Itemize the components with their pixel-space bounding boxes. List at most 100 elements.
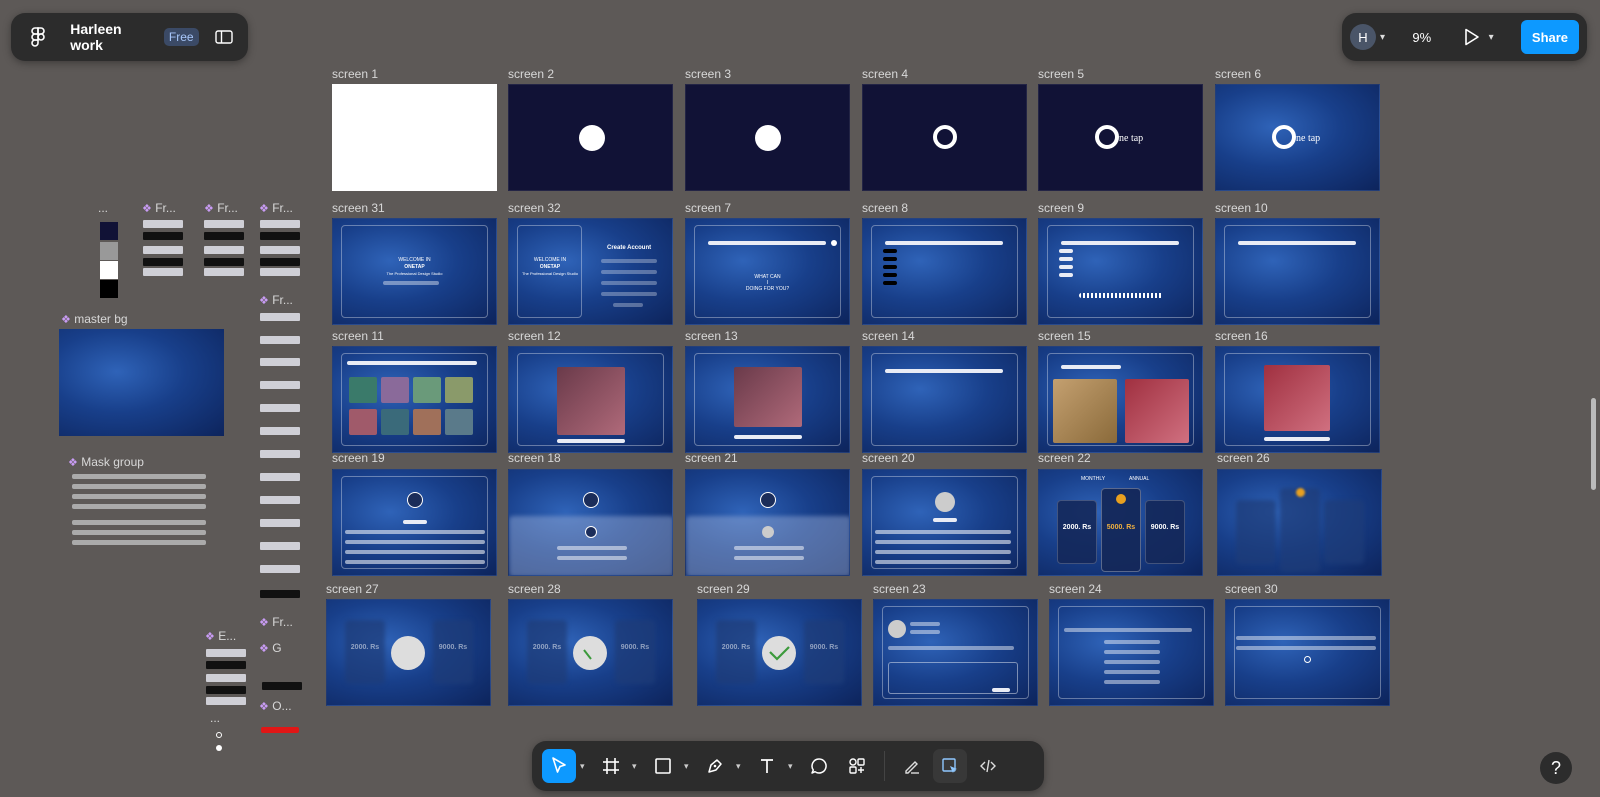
chip[interactable] [260, 565, 300, 573]
chip[interactable] [262, 682, 302, 690]
radio-icon[interactable] [216, 732, 222, 738]
chip[interactable] [204, 268, 244, 276]
chip[interactable] [260, 232, 300, 240]
chip[interactable] [204, 246, 244, 254]
shape-tool-button[interactable] [646, 749, 680, 783]
frame-label[interactable]: screen 19 [332, 451, 385, 465]
swatch-navy[interactable] [100, 222, 118, 240]
component-fr-5[interactable]: ❖ Fr... [259, 615, 293, 629]
frame-screen-9[interactable] [1038, 218, 1203, 325]
chip[interactable] [260, 258, 300, 266]
frame-screen-21[interactable] [685, 469, 850, 576]
chip[interactable] [260, 473, 300, 481]
component-mask-group[interactable]: ❖ Mask group [68, 455, 144, 469]
chip[interactable] [260, 220, 300, 228]
chip[interactable] [204, 220, 244, 228]
frame-screen-7[interactable]: WHAT CAN I DOING FOR YOU? [685, 218, 850, 325]
chip[interactable] [260, 450, 300, 458]
frame-label[interactable]: screen 32 [508, 201, 561, 215]
chip[interactable] [206, 697, 246, 705]
help-button[interactable]: ? [1540, 752, 1572, 784]
frame-label[interactable]: screen 22 [1038, 451, 1091, 465]
actions-tool-button[interactable] [840, 749, 874, 783]
chip[interactable] [143, 246, 183, 254]
mask-bar[interactable] [72, 474, 206, 479]
design-mode-button[interactable] [933, 749, 967, 783]
master-bg-frame[interactable] [59, 329, 224, 436]
chip[interactable] [260, 542, 300, 550]
chevron-down-icon[interactable]: ▾ [632, 761, 642, 772]
frame-label[interactable]: screen 12 [508, 329, 561, 343]
chip[interactable] [260, 381, 300, 389]
frame-screen-8[interactable] [862, 218, 1027, 325]
component-e[interactable]: ❖ E... [205, 629, 236, 643]
frame-screen-19[interactable] [332, 469, 497, 576]
chip[interactable] [143, 220, 183, 228]
component-fr-1[interactable]: ❖ Fr... [142, 201, 176, 215]
frame-label[interactable]: screen 26 [1217, 451, 1270, 465]
component-fr-3[interactable]: ❖ Fr... [259, 201, 293, 215]
frame-screen-23[interactable] [873, 599, 1038, 706]
swatch-black[interactable] [100, 280, 118, 298]
frame-label[interactable]: screen 4 [862, 67, 908, 81]
component-master-bg[interactable]: ❖ master bg [61, 312, 128, 326]
frame-screen-6[interactable]: ne tap [1215, 84, 1380, 191]
vertical-scrollbar[interactable] [1591, 398, 1596, 490]
component-o[interactable]: ❖ O... [259, 699, 292, 713]
chip[interactable] [260, 496, 300, 504]
frame-label[interactable]: screen 29 [697, 582, 750, 596]
frame-label[interactable]: screen 20 [862, 451, 915, 465]
frame-label[interactable]: screen 21 [685, 451, 738, 465]
mask-bar[interactable] [72, 540, 206, 545]
frame-screen-28[interactable]: 2000. Rs 9000. Rs [508, 599, 673, 706]
frame-label[interactable]: screen 10 [1215, 201, 1268, 215]
mask-bar[interactable] [72, 520, 206, 525]
red-button-chip[interactable] [261, 727, 299, 733]
frame-label[interactable]: screen 24 [1049, 582, 1102, 596]
frame-screen-13[interactable] [685, 346, 850, 453]
frame-label[interactable]: screen 15 [1038, 329, 1091, 343]
chip[interactable] [260, 358, 300, 366]
radio-icon[interactable] [216, 745, 222, 751]
frame-label[interactable]: screen 31 [332, 201, 385, 215]
frame-screen-16[interactable] [1215, 346, 1380, 453]
frame-label[interactable]: screen 2 [508, 67, 554, 81]
frame-label[interactable]: screen 13 [685, 329, 738, 343]
frame-screen-12[interactable] [508, 346, 673, 453]
mask-bar[interactable] [72, 504, 206, 509]
chip[interactable] [206, 649, 246, 657]
frame-label[interactable]: screen 1 [332, 67, 378, 81]
frame-screen-2[interactable] [508, 84, 673, 191]
dev-mode-button[interactable] [971, 749, 1005, 783]
frame-label[interactable]: screen 18 [508, 451, 561, 465]
frame-label[interactable]: screen 8 [862, 201, 908, 215]
frame-screen-20[interactable] [862, 469, 1027, 576]
frame-label[interactable]: screen 7 [685, 201, 731, 215]
zoom-level[interactable]: 9% [1412, 30, 1431, 45]
chevron-down-icon[interactable]: ▾ [684, 761, 694, 772]
chip[interactable] [204, 258, 244, 266]
frame-label[interactable]: screen 11 [332, 329, 384, 343]
chip[interactable] [143, 268, 183, 276]
chip[interactable] [143, 232, 183, 240]
frame-screen-5[interactable]: ne tap [1038, 84, 1203, 191]
present-menu[interactable]: ▾ [1459, 24, 1494, 50]
chip[interactable] [260, 246, 300, 254]
mask-bar[interactable] [72, 530, 206, 535]
component-g[interactable]: ❖ G [259, 641, 282, 655]
chip[interactable] [260, 404, 300, 412]
frame-tool-button[interactable] [594, 749, 628, 783]
figma-menu-button[interactable] [23, 22, 52, 52]
frame-screen-27[interactable]: 2000. Rs 9000. Rs [326, 599, 491, 706]
frame-screen-3[interactable] [685, 84, 850, 191]
frame-screen-31[interactable]: WELCOME IN ONETAP The Professional Desig… [332, 218, 497, 325]
share-button[interactable]: Share [1520, 20, 1579, 54]
chevron-down-icon[interactable]: ▾ [580, 761, 590, 772]
frame-screen-22[interactable]: MONTHLY ANNUAL 2000. Rs 5000. Rs 9000. R… [1038, 469, 1203, 576]
swatch-gray[interactable] [100, 242, 118, 260]
chip[interactable] [260, 313, 300, 321]
label-dots[interactable]: ... [98, 201, 108, 215]
frame-screen-24[interactable] [1049, 599, 1214, 706]
draw-mode-button[interactable] [895, 749, 929, 783]
frame-screen-15[interactable] [1038, 346, 1203, 453]
